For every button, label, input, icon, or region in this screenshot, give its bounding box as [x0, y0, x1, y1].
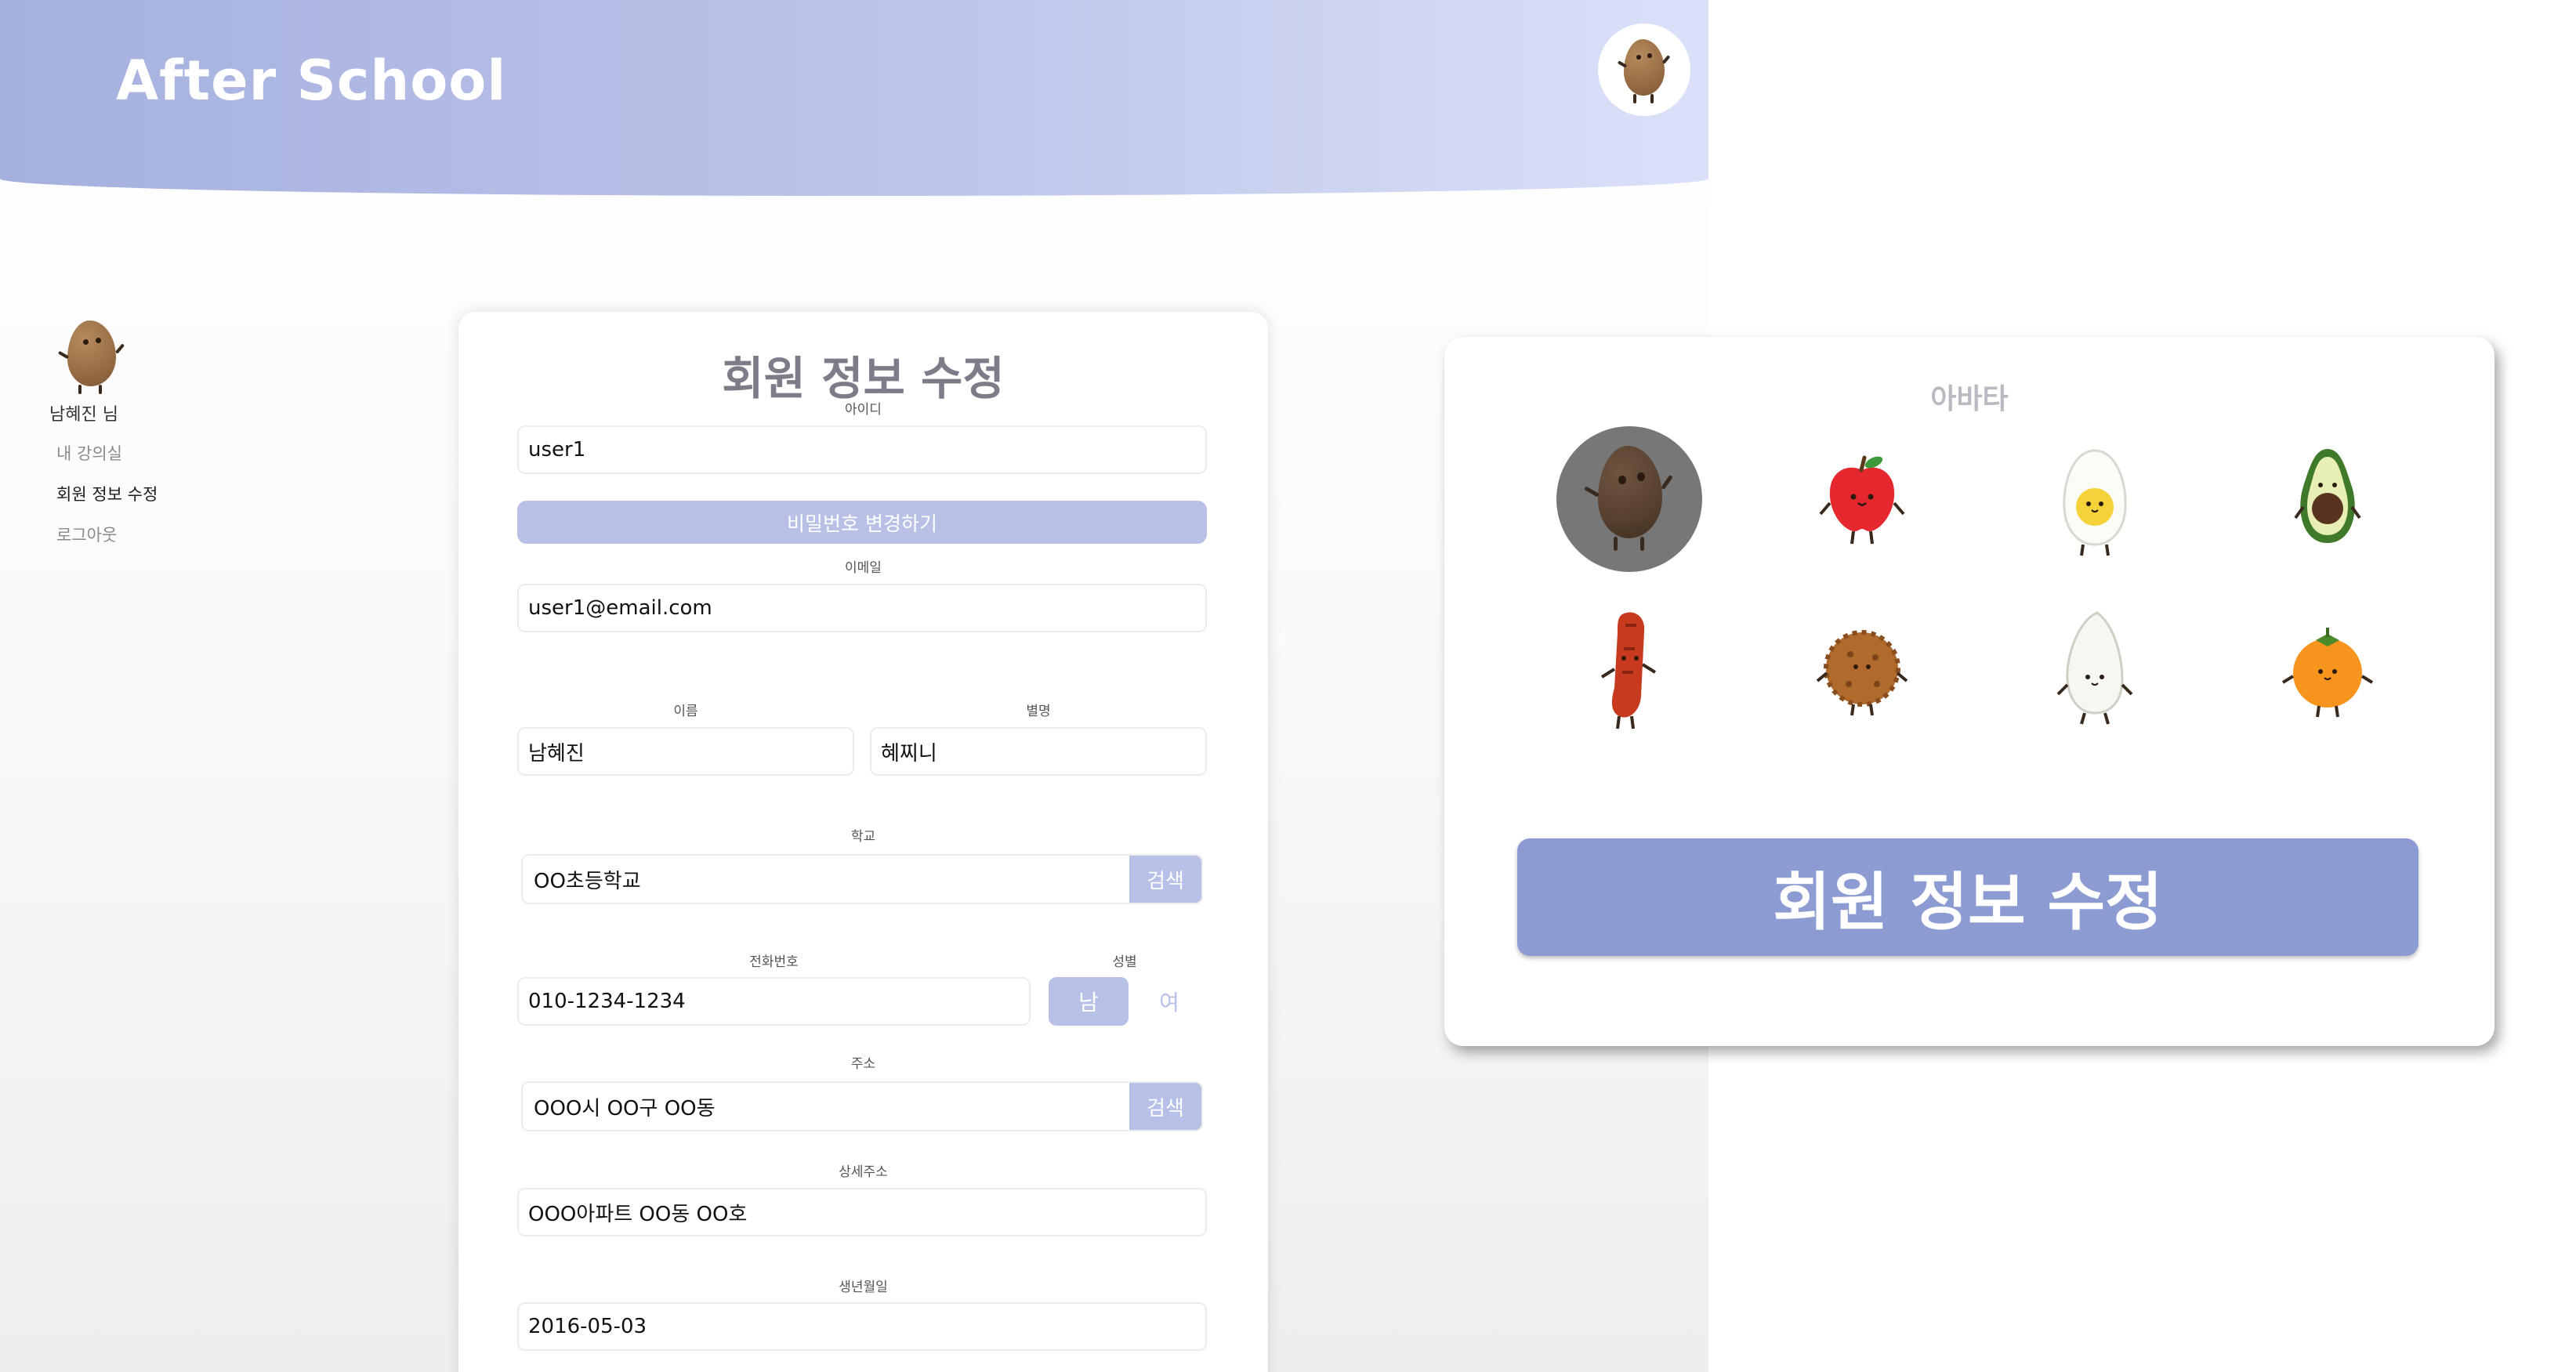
sidebar-avatar [53, 317, 132, 396]
school-search-box: 검색 [521, 854, 1203, 904]
egg-icon [2063, 449, 2127, 556]
rice-ball-icon [2056, 611, 2133, 725]
gender-label: 성별 [1112, 954, 1137, 970]
id-field[interactable] [517, 425, 1207, 474]
gender-female-button[interactable]: 여 [1142, 977, 1197, 1026]
nickname-field[interactable] [870, 727, 1207, 776]
nickname-label: 별명 [1026, 704, 1051, 719]
sidebar-item-edit-profile[interactable]: 회원 정보 수정 [56, 482, 158, 505]
orange-icon [2281, 628, 2374, 718]
school-label: 학교 [850, 829, 876, 845]
potato-icon [1574, 436, 1684, 562]
avatar-option-avocado[interactable] [2255, 426, 2400, 572]
sidebar-item-logout[interactable]: 로그아웃 [56, 523, 117, 546]
avatar-option-rice-ball[interactable] [2022, 595, 2168, 741]
birthdate-label: 생년월일 [839, 1280, 888, 1295]
potato-icon [1613, 34, 1676, 105]
phone-field[interactable] [517, 977, 1031, 1026]
address-label: 주소 [850, 1056, 876, 1072]
id-label: 아이디 [845, 402, 882, 418]
name-field[interactable] [517, 727, 854, 776]
header-bar: After School [0, 0, 1708, 196]
avatar-select-card: 아바타 회원 정보 수정 [1444, 337, 2494, 1046]
app-title: After School [116, 49, 507, 113]
cookie-icon [1816, 630, 1908, 716]
sausage-icon [1600, 612, 1657, 729]
sidebar-item-classroom[interactable]: 내 강의실 [56, 441, 122, 465]
avatar-option-sausage[interactable] [1556, 595, 1702, 741]
avatar-option-apple[interactable] [1789, 426, 1935, 572]
avocado-icon [2294, 449, 2361, 543]
update-profile-button[interactable]: 회원 정보 수정 [1517, 838, 2418, 956]
birthdate-field[interactable] [517, 1302, 1207, 1351]
phone-label: 전화번호 [749, 954, 799, 970]
address-detail-label: 상세주소 [839, 1164, 888, 1180]
school-field[interactable] [523, 856, 1201, 903]
change-password-button[interactable]: 비밀번호 변경하기 [517, 501, 1207, 544]
profile-form-card: 회원 정보 수정 아이디 비밀번호 변경하기 이메일 이름 별명 학교 검색 전… [458, 312, 1268, 1372]
address-detail-field[interactable] [517, 1188, 1207, 1236]
potato-icon [53, 317, 132, 396]
address-search-button[interactable]: 검색 [1129, 1083, 1201, 1130]
school-search-button[interactable]: 검색 [1129, 856, 1201, 903]
gender-male-button[interactable]: 남 [1049, 977, 1129, 1026]
sidebar-user-name: 남혜진 님 [49, 405, 118, 425]
address-field[interactable] [523, 1083, 1201, 1130]
avatar-option-orange[interactable] [2255, 595, 2400, 741]
avatar-option-cookie[interactable] [1789, 595, 1935, 741]
name-label: 이름 [673, 704, 698, 719]
avatar-panel-title: 아바타 [1930, 383, 2009, 415]
address-search-box: 검색 [521, 1081, 1203, 1131]
avatar-option-egg[interactable] [2022, 426, 2168, 572]
email-field[interactable] [517, 584, 1207, 632]
email-label: 이메일 [845, 560, 882, 576]
apple-icon [1819, 455, 1905, 545]
avatar-option-potato[interactable] [1556, 426, 1702, 572]
profile-avatar-button[interactable] [1598, 24, 1690, 116]
